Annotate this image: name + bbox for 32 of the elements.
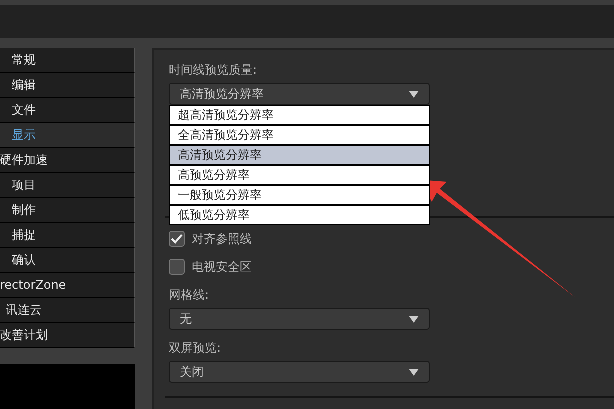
dropdown-arrow-icon <box>409 368 419 376</box>
dropdown-option[interactable]: 一般预览分辨率 <box>170 186 429 204</box>
dropdown-option[interactable]: 全高清预览分辨率 <box>170 126 429 144</box>
checkbox-label: 电视安全区 <box>192 258 252 276</box>
dropdown-option[interactable]: 低预览分辨率 <box>170 206 429 224</box>
sidebar-item[interactable]: 编辑 <box>0 73 135 98</box>
field-label: 双屏预览: <box>169 340 222 356</box>
sidebar-item[interactable]: 硬件加速 <box>0 148 135 173</box>
dual-preview-dropdown[interactable]: 关闭 <box>169 361 430 383</box>
dropdown-option[interactable]: 高清预览分辨率 <box>170 146 429 164</box>
dropdown-option[interactable]: 超高清预览分辨率 <box>170 106 429 124</box>
dropdown-option[interactable]: 高预览分辨率 <box>170 166 429 184</box>
gridlines-dropdown[interactable]: 无 <box>169 308 430 330</box>
sidebar-item[interactable]: 讯连云 <box>0 298 135 323</box>
sidebar-item[interactable]: 项目 <box>0 173 135 198</box>
sidebar-item[interactable]: 文件 <box>0 98 135 123</box>
checkbox[interactable] <box>169 231 185 247</box>
field-label: 网格线: <box>169 287 210 303</box>
dropdown-arrow-icon <box>409 316 419 322</box>
sidebar-item[interactable]: 捕捉 <box>0 223 135 248</box>
sidebar-item[interactable]: 显示 <box>0 123 135 148</box>
checkbox-label: 对齐参照线 <box>192 230 252 248</box>
sidebar-item[interactable]: 制作 <box>0 198 135 223</box>
field-label: 时间线预览质量: <box>169 62 258 78</box>
sidebar-item[interactable]: 确认 <box>0 248 135 273</box>
sidebar-item[interactable]: rectorZone <box>0 273 135 298</box>
sidebar-item[interactable]: 改善计划 <box>0 323 135 348</box>
dropdown-arrow-icon <box>409 90 419 98</box>
sidebar-item[interactable]: 常规 <box>0 48 135 73</box>
preview-quality-dropdown[interactable]: 高清预览分辨率 <box>169 83 430 105</box>
checkbox[interactable] <box>169 259 185 275</box>
checkmark-icon <box>171 234 183 244</box>
